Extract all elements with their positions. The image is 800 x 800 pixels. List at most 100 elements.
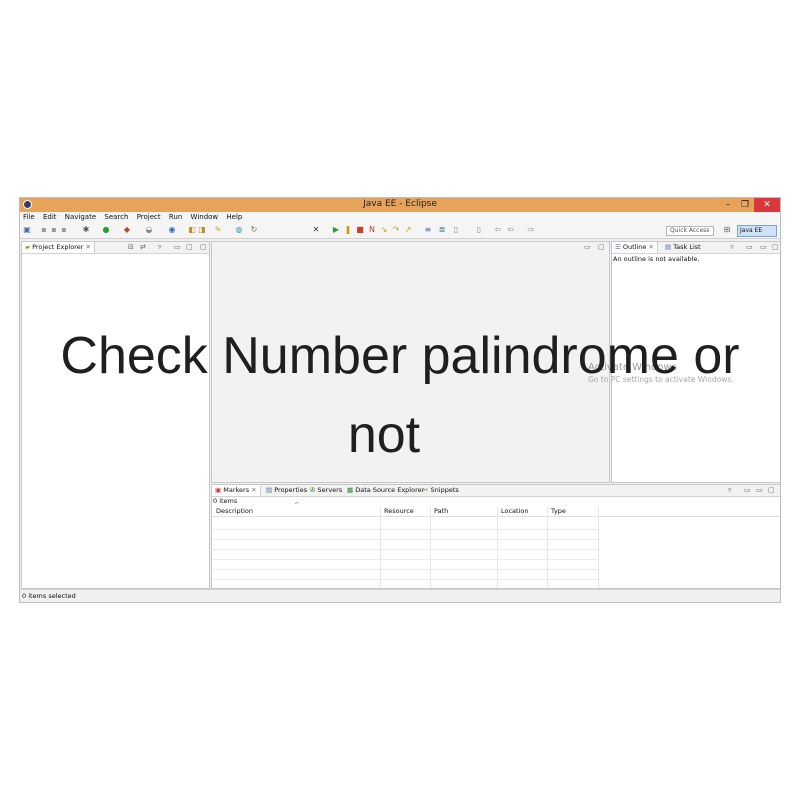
main-toolbar: ▣ ▪ ▪ ▪ ✱ ● ◆ ◒ ◉ ◧ ◨ ✎ ◍ ↻ ✕ ▶ ❚ ■ N ↘ …: [20, 223, 780, 239]
outline-icon: ☰: [615, 243, 621, 251]
sort-indicator-icon: ^: [294, 502, 300, 509]
outline-tabstrip: ☰ Outline ✕ ▤ Task List ▿ ▭ ▭ ▢: [612, 242, 780, 254]
eclipse-window: Java EE - Eclipse – ❐ ✕ File Edit Naviga…: [19, 197, 781, 603]
last-edit-icon[interactable]: ▯: [475, 226, 483, 234]
marker-count: 0 items: [213, 497, 238, 505]
pin-editor-icon[interactable]: ▯: [452, 226, 460, 234]
menu-window[interactable]: Window: [188, 212, 222, 221]
new-icon[interactable]: ▣: [23, 226, 31, 234]
restore-button[interactable]: ❐: [737, 198, 753, 212]
markers-pane: ▣ Markers ✕ ▤ Properties ✇ Servers ▦ Dat…: [211, 484, 780, 589]
menu-project[interactable]: Project: [134, 212, 164, 221]
menu-file[interactable]: File: [20, 212, 38, 221]
tab-servers[interactable]: ✇ Servers: [310, 485, 342, 496]
refresh-icon[interactable]: ↻: [250, 226, 258, 234]
quick-access-input[interactable]: Quick Access: [666, 226, 714, 236]
menu-search[interactable]: Search: [101, 212, 131, 221]
view-menu-icon[interactable]: ▿: [730, 243, 734, 251]
skip-breakpoints-icon[interactable]: ✕: [312, 226, 320, 234]
maximize-view-icon[interactable]: ▭: [756, 486, 763, 494]
new-package-icon[interactable]: ◉: [168, 226, 176, 234]
print-icon[interactable]: ▪: [60, 226, 68, 234]
editor-maximize-icon[interactable]: ▢: [598, 243, 605, 251]
servers-label: Servers: [317, 486, 343, 494]
resume-icon[interactable]: ▶: [332, 226, 340, 234]
save-icon[interactable]: ▪: [40, 226, 48, 234]
column-resource[interactable]: Resource: [384, 507, 414, 516]
outline-label: Outline: [622, 243, 647, 251]
tab-markers[interactable]: ▣ Markers ✕: [212, 485, 261, 496]
restore-view-icon[interactable]: ▢: [768, 486, 775, 494]
view-options-icon[interactable]: ▢: [200, 243, 207, 251]
column-type[interactable]: Type: [551, 507, 566, 516]
step-into-icon[interactable]: ↘: [380, 226, 388, 234]
wand-icon[interactable]: ✎: [214, 226, 222, 234]
properties-label: Properties: [274, 486, 308, 494]
close-button[interactable]: ✕: [754, 198, 780, 212]
menu-navigate[interactable]: Navigate: [62, 212, 99, 221]
overlay-heading-line2: not: [347, 406, 421, 464]
tab-task-list[interactable]: ▤ Task List: [662, 242, 704, 253]
save-all-icon[interactable]: ▪: [50, 226, 58, 234]
tab-outline[interactable]: ☰ Outline ✕: [612, 242, 658, 253]
step-over-icon[interactable]: ↷: [392, 226, 400, 234]
perspective-java-ee-button[interactable]: Java EE: [737, 225, 777, 237]
disconnect-icon[interactable]: N: [368, 226, 376, 234]
suspend-icon[interactable]: ❚: [344, 226, 352, 234]
open-perspective-icon[interactable]: ⊞: [723, 226, 731, 234]
column-divider: [598, 507, 599, 588]
menu-bar: File Edit Navigate Search Project Run Wi…: [20, 212, 780, 223]
data-source-explorer-label: Data Source Explorer: [355, 486, 425, 494]
menu-help[interactable]: Help: [223, 212, 245, 221]
maximize-view-icon[interactable]: ▭: [760, 243, 767, 251]
column-divider: [547, 507, 548, 588]
view-menu-icon[interactable]: ▿: [158, 243, 162, 251]
back-icon[interactable]: ⇦: [494, 226, 502, 234]
close-tab-icon[interactable]: ✕: [649, 243, 654, 251]
globe-icon[interactable]: ◍: [235, 226, 243, 234]
forward-icon[interactable]: ⇨: [527, 226, 535, 234]
external-tools-icon[interactable]: ◆: [123, 226, 131, 234]
menu-edit[interactable]: Edit: [40, 212, 60, 221]
markers-label: Markers: [223, 486, 250, 494]
link-editor-icon[interactable]: ⇄: [140, 243, 146, 251]
terminate-icon[interactable]: ■: [356, 226, 364, 234]
menu-run[interactable]: Run: [166, 212, 185, 221]
tab-data-source-explorer[interactable]: ▦ Data Source Explorer: [347, 485, 424, 496]
restore-view-icon[interactable]: ▢: [772, 243, 779, 251]
maximize-view-icon[interactable]: ▢: [186, 243, 193, 251]
debug-icon[interactable]: ✱: [82, 226, 90, 234]
column-divider: [430, 507, 431, 588]
minimize-button[interactable]: –: [720, 198, 736, 212]
next-annotation-icon[interactable]: ≡: [424, 226, 432, 234]
markers-icon: ▣: [215, 486, 222, 494]
open-type-icon[interactable]: ◧: [188, 226, 196, 234]
tab-project-explorer[interactable]: ▰ Project Explorer ✕: [22, 242, 95, 253]
minimize-view-icon[interactable]: ▭: [744, 486, 751, 494]
servers-icon: ✇: [310, 486, 316, 494]
markers-table-header: Description Resource Path Location Type …: [212, 502, 780, 517]
column-divider: [497, 507, 498, 588]
tab-snippets[interactable]: ✂ Snippets: [423, 485, 459, 496]
new-server-icon[interactable]: ◒: [145, 226, 153, 234]
tab-properties[interactable]: ▤ Properties: [266, 485, 307, 496]
minimize-view-icon[interactable]: ▭: [746, 243, 753, 251]
step-return-icon[interactable]: ↗: [404, 226, 412, 234]
open-folder-icon[interactable]: ◨: [198, 226, 206, 234]
column-description[interactable]: Description: [216, 507, 253, 516]
column-location[interactable]: Location: [501, 507, 529, 516]
view-menu-icon[interactable]: ▿: [728, 486, 732, 494]
close-tab-icon[interactable]: ✕: [251, 486, 256, 494]
folder-icon: ▰: [25, 243, 30, 251]
table-row: [212, 539, 598, 540]
snippets-label: Snippets: [430, 486, 459, 494]
project-explorer-label: Project Explorer: [32, 243, 84, 251]
editor-minimize-icon[interactable]: ▭: [584, 243, 591, 251]
collapse-all-icon[interactable]: ⊟: [128, 243, 134, 251]
close-tab-icon[interactable]: ✕: [86, 243, 91, 251]
prev-annotation-icon[interactable]: ≣: [438, 226, 446, 234]
run-icon[interactable]: ●: [102, 226, 110, 234]
column-path[interactable]: Path: [434, 507, 448, 516]
minimize-view-icon[interactable]: ▭: [174, 243, 181, 251]
back-history-icon[interactable]: ⇦: [507, 226, 515, 234]
